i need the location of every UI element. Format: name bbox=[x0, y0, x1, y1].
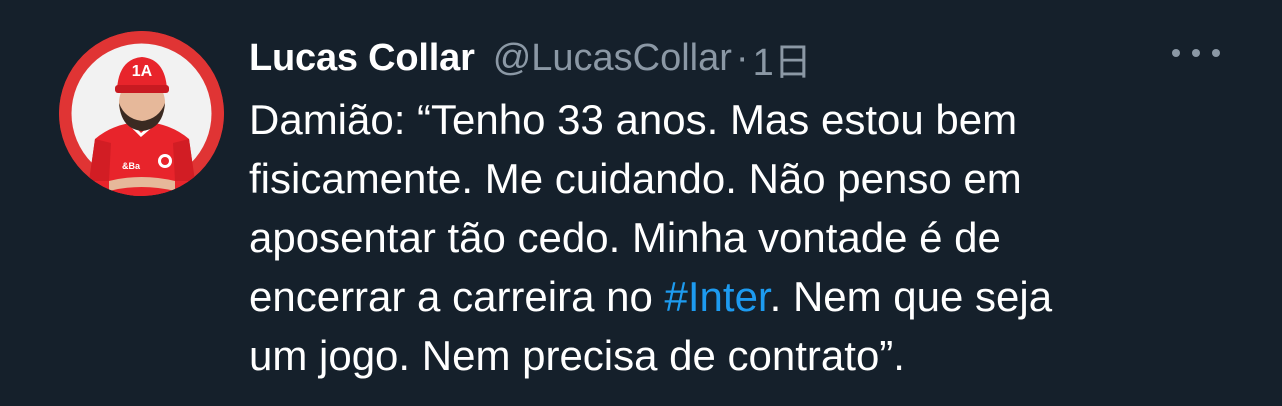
tweet-text-segment: . Nem que seja bbox=[769, 273, 1053, 320]
tweet-text: Damião: “Tenho 33 anos. Mas estou bem fi… bbox=[249, 90, 1259, 385]
tweet-text-line: fisicamente. Me cuidando. Não penso em bbox=[249, 155, 1022, 202]
ellipsis-icon bbox=[1172, 49, 1180, 57]
tweet-text-line: um jogo. Nem precisa de contrato”. bbox=[249, 332, 905, 379]
header-separator: · bbox=[735, 36, 749, 79]
tweet-text-line: aposentar tão cedo. Minha vontade é de bbox=[249, 214, 1001, 261]
more-options-button[interactable] bbox=[1172, 40, 1220, 66]
tweet-text-line: encerrar a carreira no #Inter. Nem que s… bbox=[249, 267, 1259, 326]
tweet-text-segment: encerrar a carreira no bbox=[249, 273, 665, 320]
avatar-image: 1A &Ba bbox=[59, 31, 224, 196]
tweet-card[interactable]: 1A &Ba Lucas Collar @LucasCollar · 1日 Da… bbox=[0, 0, 1282, 406]
hashtag-link[interactable]: #Inter bbox=[665, 273, 770, 320]
tweet-timestamp[interactable]: 1日 bbox=[753, 31, 812, 86]
avatar-cap-text: 1A bbox=[132, 63, 153, 80]
tweet-text-line: Damião: “Tenho 33 anos. Mas estou bem bbox=[249, 96, 1018, 143]
tweet-header: Lucas Collar @LucasCollar · 1日 bbox=[249, 30, 812, 86]
author-display-name[interactable]: Lucas Collar bbox=[249, 37, 475, 80]
ellipsis-icon-dot bbox=[1212, 49, 1220, 57]
ellipsis-icon-dot bbox=[1192, 49, 1200, 57]
avatar-shirt-text: &Ba bbox=[122, 161, 141, 171]
author-handle[interactable]: @LucasCollar bbox=[493, 37, 732, 80]
avatar[interactable]: 1A &Ba bbox=[59, 31, 224, 196]
